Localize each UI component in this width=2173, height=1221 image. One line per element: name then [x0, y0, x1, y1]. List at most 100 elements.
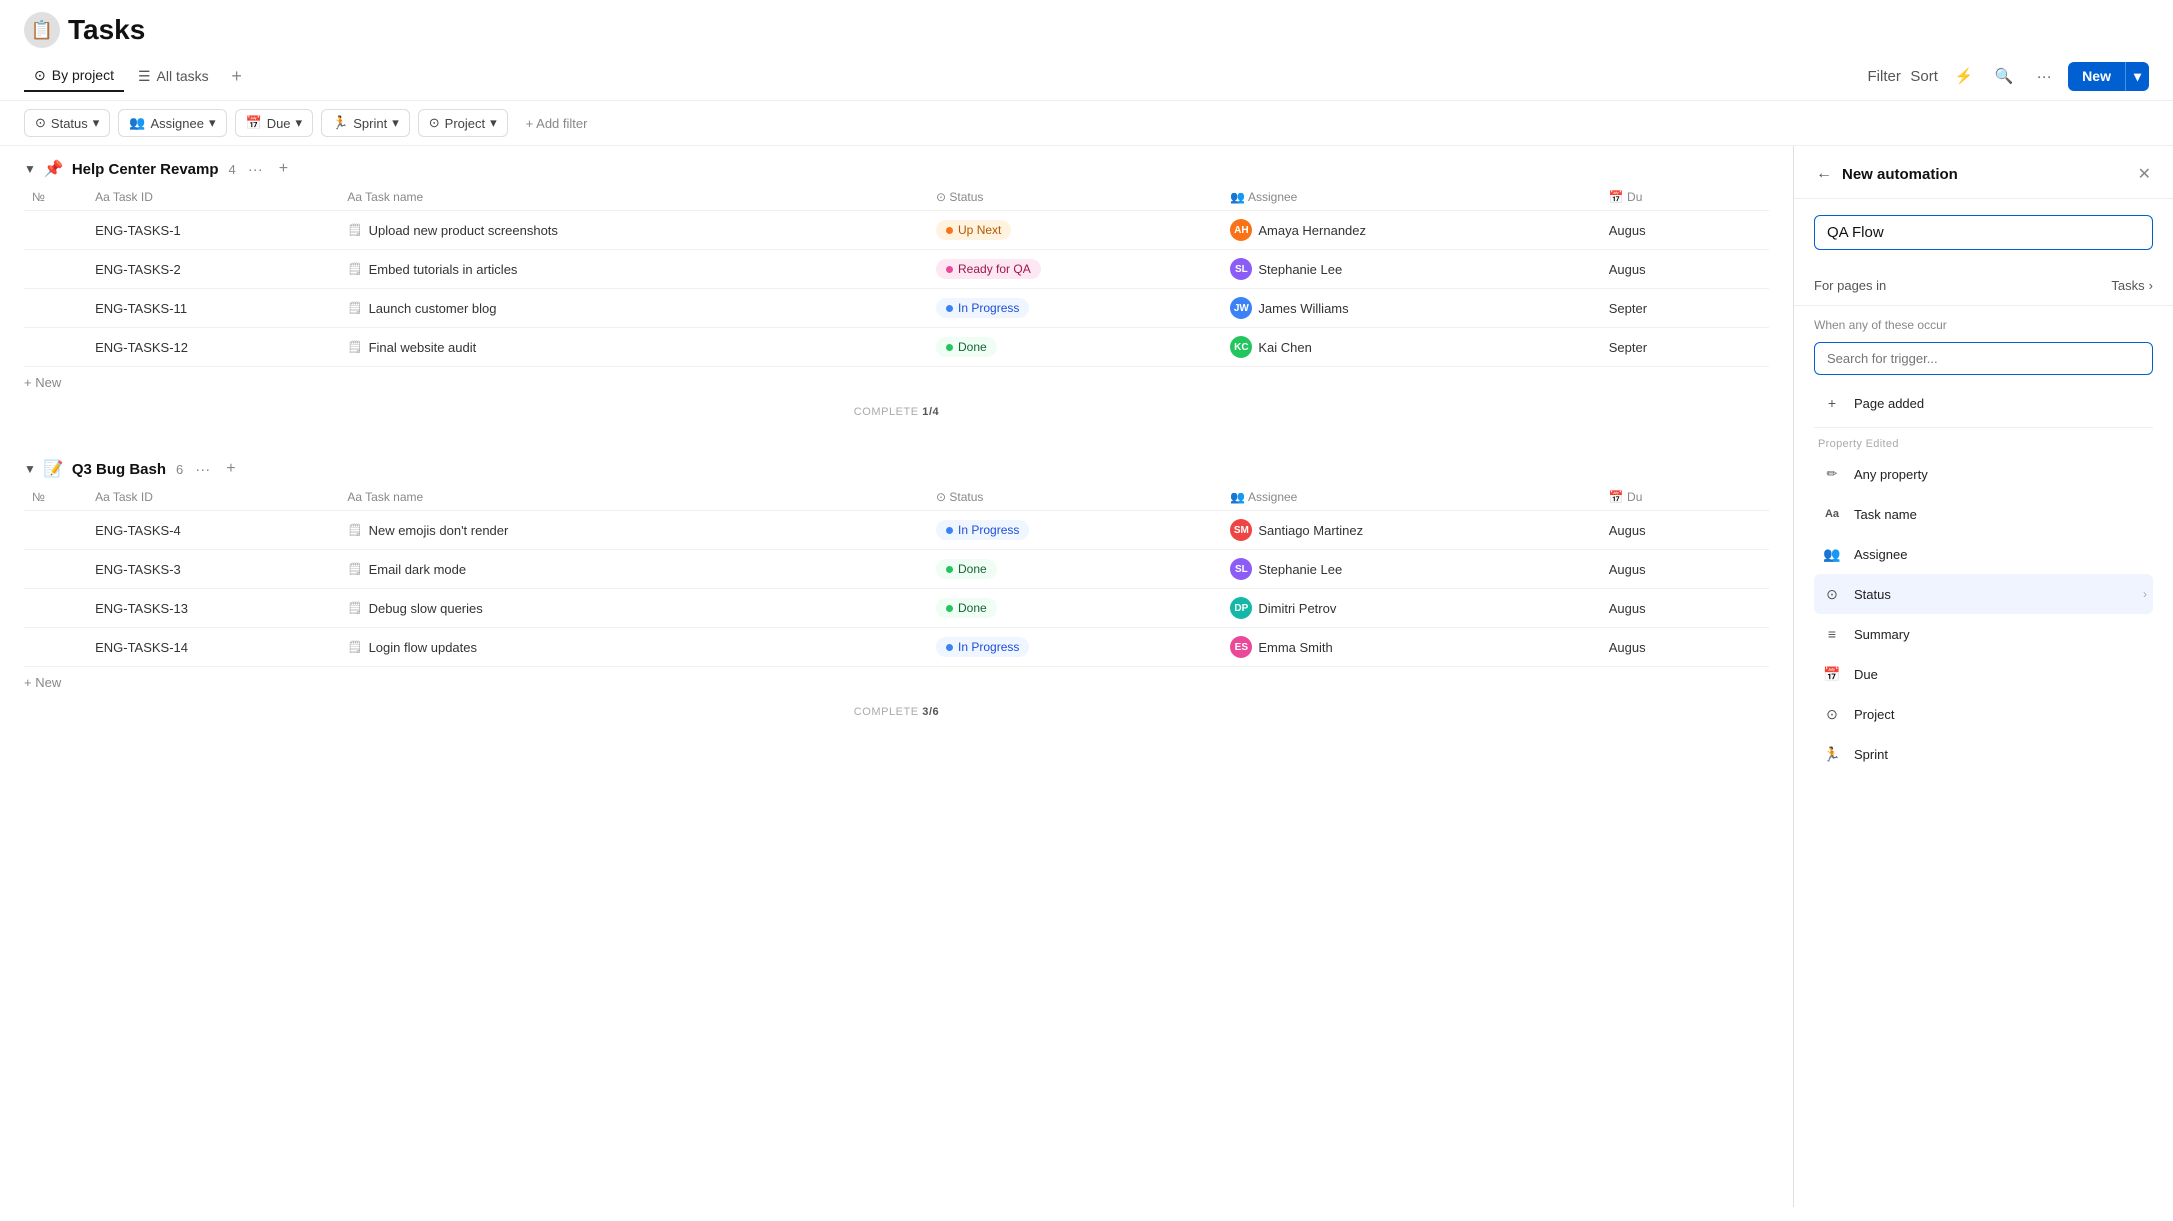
search-button[interactable]: 🔍: [1988, 60, 2020, 92]
table-row[interactable]: ENG-TASKS-13 🗒 Debug slow queries Done: [24, 589, 1769, 628]
new-button-label: New: [2068, 62, 2125, 90]
main-area: ▼ 📌 Help Center Revamp 4 ··· + № Aa Task…: [0, 146, 2173, 1207]
trigger-item-summary[interactable]: ≡ Summary: [1814, 614, 2153, 654]
project-group-q3-bug-bash: ▼ 📝 Q3 Bug Bash 6 ··· + № Aa Task ID Aa …: [24, 446, 1769, 730]
task-assignee: JW James Williams: [1222, 289, 1600, 328]
divider: [1814, 427, 2153, 428]
more-button[interactable]: ···: [2028, 60, 2060, 92]
due-filter-chevron: ▾: [296, 115, 303, 131]
trigger-item-assignee[interactable]: 👥 Assignee: [1814, 534, 2153, 574]
trigger-item-left: 👥 Assignee: [1820, 542, 1907, 566]
project-add-help-center[interactable]: +: [275, 158, 292, 180]
project-filter-chevron: ▾: [490, 115, 497, 131]
task-status: Up Next: [928, 211, 1222, 250]
all-tasks-icon: ☰: [138, 68, 151, 85]
project-icon-help-center: 📌: [44, 159, 64, 179]
tab-by-project[interactable]: ⊙ By project: [24, 61, 124, 92]
col-header-num: №: [24, 484, 87, 511]
add-task-q3[interactable]: + New: [24, 667, 1769, 698]
trigger-item-any-property[interactable]: ✏ Any property: [1814, 454, 2153, 494]
status-dot: [946, 527, 953, 534]
project-chevron-help-center: ▼: [24, 162, 36, 176]
add-view-button[interactable]: +: [223, 62, 251, 90]
task-status: Done: [928, 328, 1222, 367]
trigger-item-label: Page added: [1854, 396, 1924, 411]
filter-status[interactable]: ⊙ Status ▾: [24, 109, 110, 137]
trigger-item-task-name[interactable]: Aa Task name: [1814, 494, 2153, 534]
table-row[interactable]: ENG-TASKS-12 🗒 Final website audit Done: [24, 328, 1769, 367]
trigger-search-input[interactable]: [1814, 342, 2153, 375]
col-header-taskname: Aa Task name: [339, 184, 928, 211]
sprint-filter-chevron: ▾: [392, 115, 399, 131]
project-add-q3[interactable]: +: [222, 458, 239, 480]
task-id: ENG-TASKS-14: [87, 628, 339, 667]
status-dot: [946, 605, 953, 612]
add-task-help-center[interactable]: + New: [24, 367, 1769, 398]
row-num: [24, 289, 87, 328]
trigger-item-page-added[interactable]: + Page added: [1814, 383, 2153, 423]
add-filter-button[interactable]: + Add filter: [516, 111, 598, 136]
task-assignee: SL Stephanie Lee: [1222, 550, 1600, 589]
any-property-icon: ✏: [1820, 462, 1844, 486]
tab-all-tasks[interactable]: ☰ All tasks: [128, 62, 219, 91]
trigger-item-status[interactable]: ⊙ Status ›: [1814, 574, 2153, 614]
avatar: DP: [1230, 597, 1252, 619]
automation-name-input[interactable]: [1814, 215, 2153, 250]
complete-bar-q3: COMPLETE 3/6: [24, 698, 1769, 730]
col-header-assignee: 👥 Assignee: [1222, 184, 1600, 211]
lightning-button[interactable]: ⚡: [1948, 60, 1980, 92]
filter-due[interactable]: 📅 Due ▾: [235, 109, 314, 137]
table-row[interactable]: ENG-TASKS-1 🗒 Upload new product screens…: [24, 211, 1769, 250]
status-badge: In Progress: [936, 298, 1029, 318]
filter-assignee[interactable]: 👥 Assignee ▾: [118, 109, 226, 137]
filter-project[interactable]: ⊙ Project ▾: [418, 109, 508, 137]
avatar: SL: [1230, 258, 1252, 280]
task-status: In Progress: [928, 289, 1222, 328]
task-status: Done: [928, 589, 1222, 628]
trigger-item-label: Sprint: [1854, 747, 1888, 762]
row-num: [24, 328, 87, 367]
for-pages-row: For pages in Tasks ›: [1794, 266, 2173, 306]
panel-close-button[interactable]: ✕: [2136, 162, 2153, 186]
table-row[interactable]: ENG-TASKS-4 🗒 New emojis don't render In…: [24, 511, 1769, 550]
table-row[interactable]: ENG-TASKS-14 🗒 Login flow updates In Pro…: [24, 628, 1769, 667]
task-due: Septer: [1601, 289, 1769, 328]
row-num: [24, 628, 87, 667]
for-pages-value[interactable]: Tasks ›: [2111, 278, 2153, 293]
due-col-icon: 📅: [1609, 190, 1624, 204]
sort-button[interactable]: Sort: [1908, 60, 1940, 92]
task-status: Ready for QA: [928, 250, 1222, 289]
table-row[interactable]: ENG-TASKS-2 🗒 Embed tutorials in article…: [24, 250, 1769, 289]
new-button[interactable]: New ▾: [2068, 62, 2149, 91]
task-name-cell: 🗒 Login flow updates: [339, 628, 928, 667]
project-more-help-center[interactable]: ···: [244, 159, 267, 180]
task-id: ENG-TASKS-11: [87, 289, 339, 328]
panel-back-button[interactable]: ←: [1814, 163, 1834, 185]
avatar: SL: [1230, 558, 1252, 580]
table-row[interactable]: ENG-TASKS-11 🗒 Launch customer blog In P…: [24, 289, 1769, 328]
status-badge: Ready for QA: [936, 259, 1041, 279]
task-status: In Progress: [928, 628, 1222, 667]
summary-trigger-icon: ≡: [1820, 622, 1844, 646]
project-group-help-center: ▼ 📌 Help Center Revamp 4 ··· + № Aa Task…: [24, 146, 1769, 430]
row-num: [24, 589, 87, 628]
task-due: Augus: [1601, 550, 1769, 589]
project-header-q3[interactable]: ▼ 📝 Q3 Bug Bash 6 ··· +: [24, 446, 1769, 484]
new-button-chevron[interactable]: ▾: [2125, 62, 2149, 91]
trigger-item-left: + Page added: [1820, 391, 1924, 415]
table-row[interactable]: ENG-TASKS-3 🗒 Email dark mode Done: [24, 550, 1769, 589]
filter-button[interactable]: Filter: [1868, 60, 1900, 92]
task-name-cell: 🗒 Embed tutorials in articles: [339, 250, 928, 289]
project-header-help-center[interactable]: ▼ 📌 Help Center Revamp 4 ··· +: [24, 146, 1769, 184]
trigger-item-due[interactable]: 📅 Due: [1814, 654, 2153, 694]
toolbar: ⊙ By project ☰ All tasks + Filter Sort ⚡…: [0, 56, 2173, 101]
trigger-item-sprint[interactable]: 🏃 Sprint: [1814, 734, 2153, 774]
task-id: ENG-TASKS-4: [87, 511, 339, 550]
page-added-icon: +: [1820, 391, 1844, 415]
filter-sprint[interactable]: 🏃 Sprint ▾: [321, 109, 410, 137]
trigger-item-project[interactable]: ⊙ Project: [1814, 694, 2153, 734]
project-more-q3[interactable]: ···: [191, 459, 214, 480]
status-dot: [946, 227, 953, 234]
project-filter-icon: ⊙: [429, 115, 440, 131]
task-assignee: DP Dimitri Petrov: [1222, 589, 1600, 628]
